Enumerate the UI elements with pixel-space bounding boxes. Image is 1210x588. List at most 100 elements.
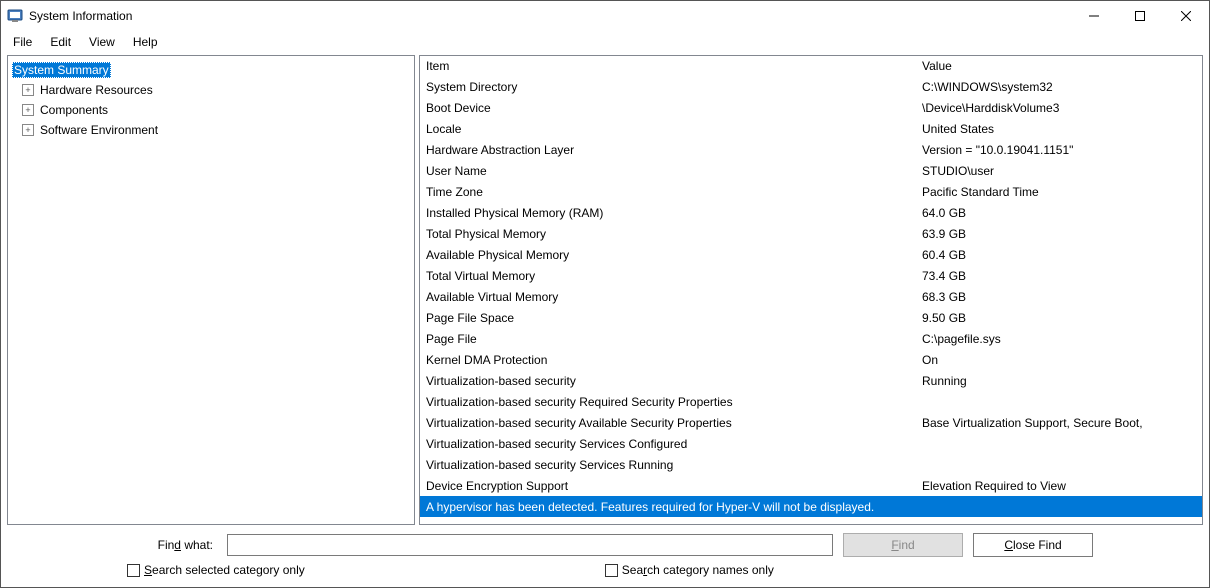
tree-label: Software Environment bbox=[38, 122, 160, 138]
column-header-item[interactable]: Item bbox=[420, 56, 916, 76]
find-input[interactable] bbox=[227, 534, 833, 556]
checkbox-label: Search category names only bbox=[622, 563, 774, 577]
cell-item: Available Physical Memory bbox=[420, 248, 916, 262]
cell-item: Page File bbox=[420, 332, 916, 346]
list-row[interactable]: Virtualization-based security Services R… bbox=[420, 454, 1202, 475]
menubar: File Edit View Help bbox=[1, 31, 1209, 55]
find-what-label: Find what: bbox=[117, 538, 217, 552]
row-text: A hypervisor has been detected. Features… bbox=[420, 500, 1202, 514]
search-category-names-only-checkbox[interactable]: Search category names only bbox=[605, 563, 774, 577]
cell-value: United States bbox=[916, 122, 1202, 136]
list-header: Item Value bbox=[420, 56, 1202, 76]
details-list: Item Value System DirectoryC:\WINDOWS\sy… bbox=[419, 55, 1203, 525]
cell-item: Hardware Abstraction Layer bbox=[420, 143, 916, 157]
list-row[interactable]: Total Physical Memory63.9 GB bbox=[420, 223, 1202, 244]
list-row[interactable]: Device Encryption SupportElevation Requi… bbox=[420, 475, 1202, 496]
checkbox-label: Search selected category only bbox=[144, 563, 305, 577]
tree-label: Hardware Resources bbox=[38, 82, 155, 98]
menu-help[interactable]: Help bbox=[125, 33, 166, 51]
checkbox-icon bbox=[605, 564, 618, 577]
list-row[interactable]: LocaleUnited States bbox=[420, 118, 1202, 139]
close-button[interactable] bbox=[1163, 1, 1209, 31]
system-information-window: System Information File Edit View Help S… bbox=[0, 0, 1210, 588]
cell-item: Locale bbox=[420, 122, 916, 136]
list-row[interactable]: Virtualization-based securityRunning bbox=[420, 370, 1202, 391]
maximize-button[interactable] bbox=[1117, 1, 1163, 31]
window-title: System Information bbox=[29, 9, 1071, 23]
cell-item: Virtualization-based security Services R… bbox=[420, 458, 916, 472]
column-header-value[interactable]: Value bbox=[916, 56, 1202, 76]
search-selected-category-only-checkbox[interactable]: Search selected category only bbox=[127, 563, 305, 577]
splitter-row: System Summary + Hardware Resources + Co… bbox=[7, 55, 1203, 525]
list-row[interactable]: Page FileC:\pagefile.sys bbox=[420, 328, 1202, 349]
find-row: Find what: Find Close Find bbox=[117, 533, 1093, 557]
cell-item: Virtualization-based security Available … bbox=[420, 416, 916, 430]
expand-icon[interactable]: + bbox=[22, 104, 34, 116]
find-button[interactable]: Find bbox=[843, 533, 963, 557]
list-row[interactable]: Available Virtual Memory68.3 GB bbox=[420, 286, 1202, 307]
client-area: System Summary + Hardware Resources + Co… bbox=[1, 55, 1209, 587]
cell-item: Device Encryption Support bbox=[420, 479, 916, 493]
tree-item-hardware-resources[interactable]: + Hardware Resources bbox=[10, 80, 412, 100]
checkbox-icon bbox=[127, 564, 140, 577]
cell-value: Running bbox=[916, 374, 1202, 388]
cell-value: Pacific Standard Time bbox=[916, 185, 1202, 199]
list-row[interactable]: Kernel DMA ProtectionOn bbox=[420, 349, 1202, 370]
cell-value: C:\WINDOWS\system32 bbox=[916, 80, 1202, 94]
list-row[interactable]: Installed Physical Memory (RAM)64.0 GB bbox=[420, 202, 1202, 223]
menu-edit[interactable]: Edit bbox=[42, 33, 79, 51]
cell-value: Version = "10.0.19041.1151" bbox=[916, 143, 1202, 157]
cell-value: Base Virtualization Support, Secure Boot… bbox=[916, 416, 1202, 430]
list-body[interactable]: System DirectoryC:\WINDOWS\system32Boot … bbox=[420, 76, 1202, 524]
cell-value: 64.0 GB bbox=[916, 206, 1202, 220]
list-row[interactable]: A hypervisor has been detected. Features… bbox=[420, 496, 1202, 517]
cell-item: Available Virtual Memory bbox=[420, 290, 916, 304]
cell-item: Boot Device bbox=[420, 101, 916, 115]
expand-icon[interactable]: + bbox=[22, 124, 34, 136]
tree-item-components[interactable]: + Components bbox=[10, 100, 412, 120]
menu-file[interactable]: File bbox=[5, 33, 40, 51]
list-row[interactable]: Available Physical Memory60.4 GB bbox=[420, 244, 1202, 265]
list-row[interactable]: Time ZonePacific Standard Time bbox=[420, 181, 1202, 202]
close-find-button[interactable]: Close Find bbox=[973, 533, 1093, 557]
list-row[interactable]: Hardware Abstraction LayerVersion = "10.… bbox=[420, 139, 1202, 160]
cell-value: On bbox=[916, 353, 1202, 367]
tree-label: Components bbox=[38, 102, 110, 118]
cell-value: STUDIO\user bbox=[916, 164, 1202, 178]
list-row[interactable]: Boot Device\Device\HarddiskVolume3 bbox=[420, 97, 1202, 118]
cell-value: 73.4 GB bbox=[916, 269, 1202, 283]
list-row[interactable]: System DirectoryC:\WINDOWS\system32 bbox=[420, 76, 1202, 97]
cell-item: Page File Space bbox=[420, 311, 916, 325]
cell-item: Kernel DMA Protection bbox=[420, 353, 916, 367]
tree-label: System Summary bbox=[12, 62, 111, 78]
cell-item: Virtualization-based security Services C… bbox=[420, 437, 916, 451]
cell-value: 68.3 GB bbox=[916, 290, 1202, 304]
cell-value: C:\pagefile.sys bbox=[916, 332, 1202, 346]
category-tree[interactable]: System Summary + Hardware Resources + Co… bbox=[7, 55, 415, 525]
menu-view[interactable]: View bbox=[81, 33, 123, 51]
cell-value: Elevation Required to View bbox=[916, 479, 1202, 493]
find-options-row: Search selected category only Search cat… bbox=[117, 563, 1093, 577]
cell-value: 9.50 GB bbox=[916, 311, 1202, 325]
cell-value: \Device\HarddiskVolume3 bbox=[916, 101, 1202, 115]
list-row[interactable]: Virtualization-based security Required S… bbox=[420, 391, 1202, 412]
cell-item: User Name bbox=[420, 164, 916, 178]
minimize-button[interactable] bbox=[1071, 1, 1117, 31]
app-icon bbox=[7, 8, 23, 24]
list-row[interactable]: User NameSTUDIO\user bbox=[420, 160, 1202, 181]
list-row[interactable]: Total Virtual Memory73.4 GB bbox=[420, 265, 1202, 286]
list-row[interactable]: Virtualization-based security Services C… bbox=[420, 433, 1202, 454]
cell-value: 63.9 GB bbox=[916, 227, 1202, 241]
cell-item: System Directory bbox=[420, 80, 916, 94]
list-row[interactable]: Page File Space9.50 GB bbox=[420, 307, 1202, 328]
tree-item-system-summary[interactable]: System Summary bbox=[10, 60, 412, 80]
cell-value: 60.4 GB bbox=[916, 248, 1202, 262]
cell-item: Time Zone bbox=[420, 185, 916, 199]
find-bar: Find what: Find Close Find Search select… bbox=[7, 525, 1203, 581]
tree-item-software-environment[interactable]: + Software Environment bbox=[10, 120, 412, 140]
cell-item: Virtualization-based security Required S… bbox=[420, 395, 916, 409]
cell-item: Total Physical Memory bbox=[420, 227, 916, 241]
expand-icon[interactable]: + bbox=[22, 84, 34, 96]
titlebar: System Information bbox=[1, 1, 1209, 31]
list-row[interactable]: Virtualization-based security Available … bbox=[420, 412, 1202, 433]
